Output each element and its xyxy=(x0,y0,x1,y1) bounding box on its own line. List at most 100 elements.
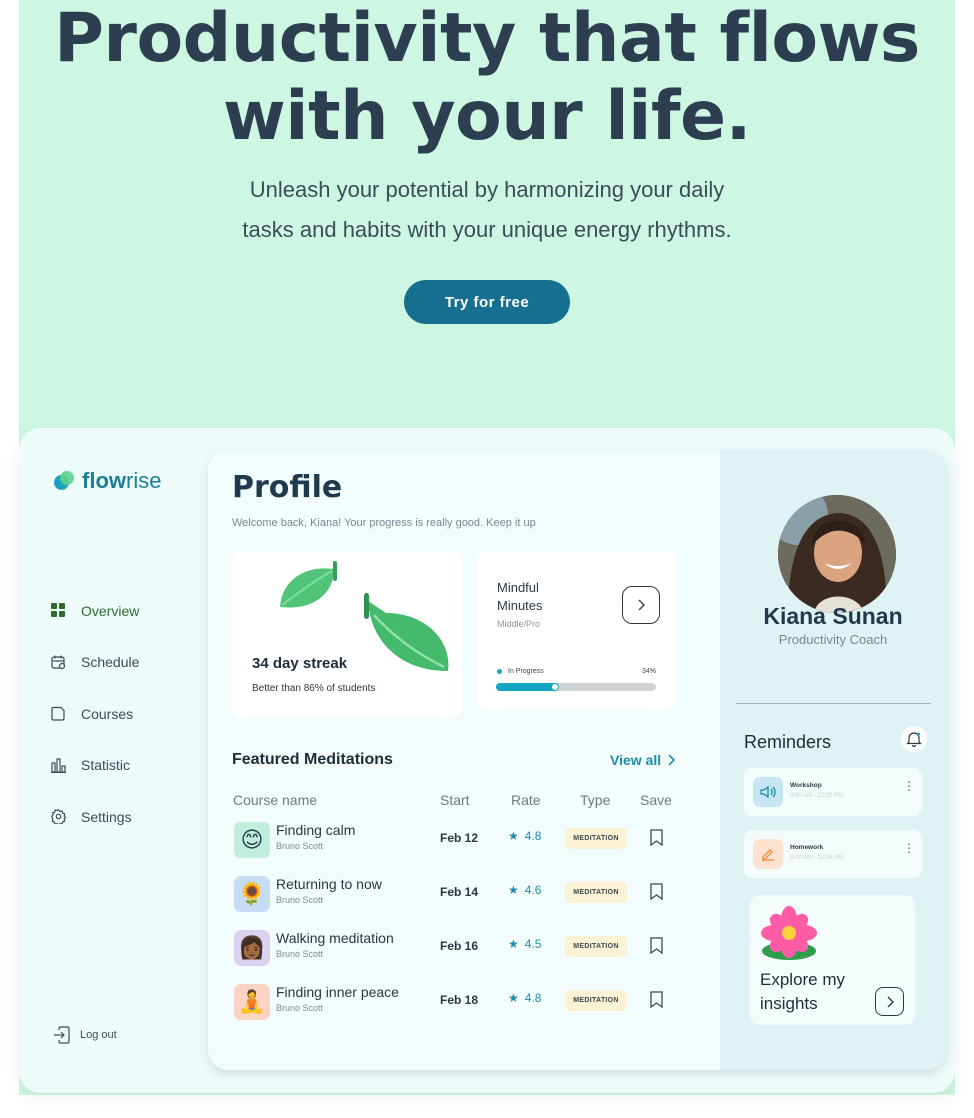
sidebar-item-label: Overview xyxy=(81,602,140,619)
course-author: Bruno Scott xyxy=(276,895,324,905)
more-options-icon[interactable]: ⋮ xyxy=(903,842,915,854)
reminder-item[interactable]: Workshop 8:00 AM - 12:00 PM ⋮ xyxy=(744,768,922,816)
speaker-icon xyxy=(760,785,776,799)
welcome-message: Welcome back, Kiana! Your progress is re… xyxy=(232,517,536,529)
bookmark-icon[interactable] xyxy=(650,937,663,954)
view-all-label: View all xyxy=(610,752,662,768)
insight-text: Explore my insights xyxy=(760,970,846,1013)
user-role: Productivity Coach xyxy=(778,632,888,647)
leaf-icon xyxy=(280,561,337,608)
sidebar-item-label: Settings xyxy=(81,808,132,825)
progress-bar-fill xyxy=(496,683,559,691)
course-start: Feb 18 xyxy=(440,993,479,1007)
table-row[interactable]: 👩🏾 Walking meditation Bruno Scott Feb 16… xyxy=(232,928,702,968)
course-type-badge: MEDITATION xyxy=(565,990,627,1011)
table-row[interactable]: 🧘 Finding inner peace Bruno Scott Feb 18… xyxy=(232,982,702,1022)
mindful-level: Middle/Pro xyxy=(497,619,541,629)
course-author: Bruno Scott xyxy=(276,841,324,851)
course-type-badge: MEDITATION xyxy=(565,882,627,903)
course-title: Walking meditation xyxy=(276,930,394,946)
bookmark-icon[interactable] xyxy=(650,883,663,900)
chevron-right-icon xyxy=(887,996,894,1007)
main-panel: Profile Welcome back, Kiana! Your progre… xyxy=(208,450,946,1070)
divider xyxy=(736,703,931,704)
hero-title-line-1: Productivity that flows xyxy=(54,0,920,78)
bar-chart-icon xyxy=(51,758,66,773)
avatar-photo xyxy=(778,495,896,613)
reminders-title: Reminders xyxy=(744,732,832,752)
course-start: Feb 12 xyxy=(440,831,479,845)
progress-bar xyxy=(496,683,656,691)
sidebar-nav: Overview Schedule Courses Statistic Sett… xyxy=(51,585,139,843)
course-title: Returning to now xyxy=(276,876,382,892)
column-header-start: Start xyxy=(440,792,470,808)
sidebar-item-overview[interactable]: Overview xyxy=(51,585,139,637)
notifications-button[interactable] xyxy=(901,726,927,752)
streak-card: 34 day streak Better than 86% of student… xyxy=(232,551,462,717)
calendar-icon xyxy=(51,655,66,669)
progress-status-text: In Progress xyxy=(508,668,544,675)
logo-mark-icon xyxy=(54,470,76,492)
rate-value: 4.5 xyxy=(524,937,542,951)
insight-open-button[interactable] xyxy=(875,987,904,1016)
sidebar-item-label: Statistic xyxy=(81,757,131,774)
course-rate: ★ 4.5 xyxy=(508,937,541,951)
status-dot-icon xyxy=(497,669,502,674)
reminder-title: Workshop xyxy=(790,782,822,789)
reminder-icon-bg xyxy=(753,777,783,807)
try-for-free-button[interactable]: Try for free xyxy=(404,280,570,324)
table-row[interactable]: 🌻 Returning to now Bruno Scott Feb 14 ★ 4… xyxy=(232,874,702,914)
course-start: Feb 14 xyxy=(440,885,479,899)
sidebar-item-schedule[interactable]: Schedule xyxy=(51,637,139,689)
grid-icon xyxy=(51,603,65,618)
course-thumbnail: 😊 xyxy=(234,822,270,858)
hero-subtitle-line-1: Unleash your potential by harmonizing yo… xyxy=(249,177,725,202)
rate-value: 4.6 xyxy=(524,883,542,897)
bell-icon xyxy=(906,732,922,747)
mindful-open-button[interactable] xyxy=(622,586,660,624)
course-emoji-icon: 😊 xyxy=(240,827,264,852)
course-title: Finding inner peace xyxy=(276,984,399,1000)
rate-value: 4.8 xyxy=(524,991,542,1005)
hero-title-line-2: with your life. xyxy=(222,77,752,156)
brand-name-light: rise xyxy=(126,468,162,493)
pencil-icon xyxy=(762,849,774,861)
reminder-icon-bg xyxy=(753,839,783,869)
sidebar-item-statistic[interactable]: Statistic xyxy=(51,740,139,792)
course-author: Bruno Scott xyxy=(276,1003,324,1013)
table-row[interactable]: 😊 Finding calm Bruno Scott Feb 12 ★ 4.8 M… xyxy=(232,820,702,860)
featured-title: Featured Meditations xyxy=(232,751,393,768)
course-rate: ★ 4.6 xyxy=(508,883,541,897)
view-all-link[interactable]: View all xyxy=(610,752,676,768)
course-title: Finding calm xyxy=(276,822,356,838)
course-thumbnail: 👩🏾 xyxy=(234,930,270,966)
more-options-icon[interactable]: ⋮ xyxy=(903,780,915,792)
logout-button[interactable]: Log out xyxy=(53,1026,117,1044)
reminder-item[interactable]: Homework 8:00 AM - 12:00 PM ⋮ xyxy=(744,830,922,878)
sidebar-item-label: Courses xyxy=(81,705,134,722)
course-thumbnail: 🌻 xyxy=(234,876,270,912)
column-header-course: Course name xyxy=(233,792,318,808)
streak-subtitle: Better than 86% of students xyxy=(252,683,376,694)
star-icon: ★ xyxy=(508,829,519,843)
course-emoji-icon: 🧘 xyxy=(238,989,266,1014)
progress-percent: 34% xyxy=(641,668,656,675)
star-icon: ★ xyxy=(508,991,519,1005)
chevron-right-icon xyxy=(638,599,645,611)
bookmark-icon[interactable] xyxy=(650,991,663,1008)
course-rate: ★ 4.8 xyxy=(508,991,541,1005)
course-author: Bruno Scott xyxy=(276,949,324,959)
star-icon: ★ xyxy=(508,883,519,897)
column-header-save: Save xyxy=(640,792,672,808)
insight-card[interactable]: Explore my insights xyxy=(750,895,915,1025)
course-start: Feb 16 xyxy=(440,939,479,953)
hero-subtitle: Unleash your potential by harmonizing yo… xyxy=(0,170,974,250)
streak-title: 34 day streak xyxy=(252,655,348,672)
bookmark-icon[interactable] xyxy=(650,829,663,846)
logout-label: Log out xyxy=(80,1029,117,1041)
flowrise-logo[interactable]: flowrise xyxy=(54,468,161,494)
logout-icon xyxy=(54,1026,70,1044)
hero-title: Productivity that flows with your life. xyxy=(0,0,974,156)
sidebar-item-courses[interactable]: Courses xyxy=(51,688,139,740)
sidebar-item-settings[interactable]: Settings xyxy=(51,791,139,843)
